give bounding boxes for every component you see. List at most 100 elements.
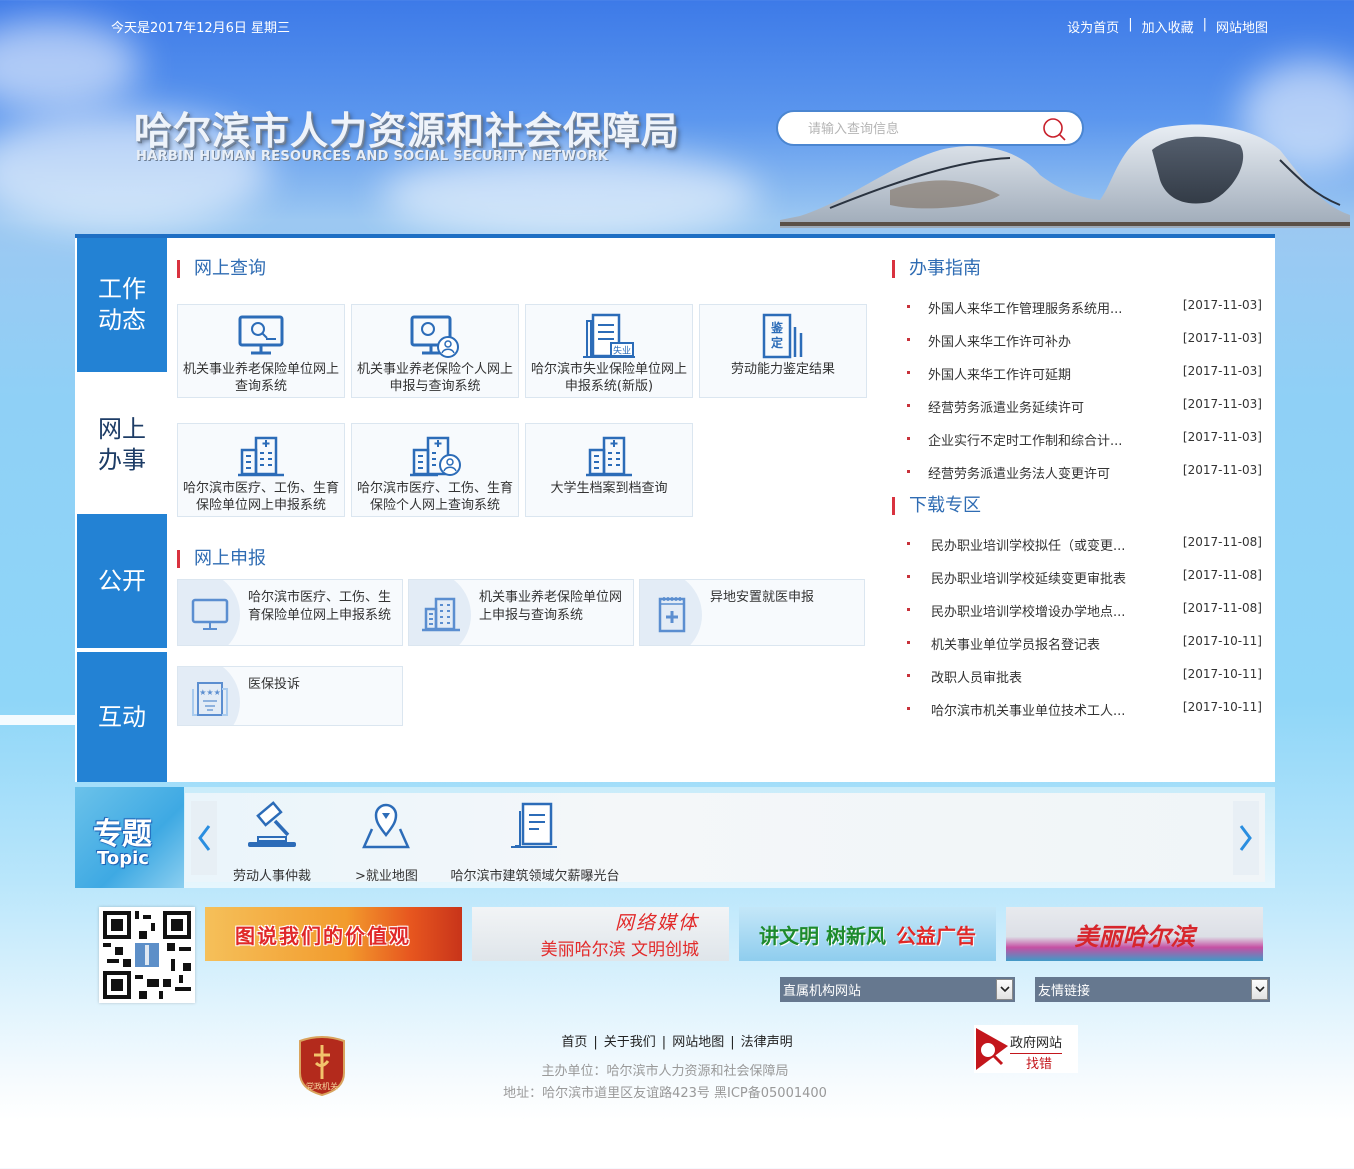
query-card[interactable]: 机关事业养老保险个人网上申报与查询系统 [351, 304, 519, 398]
item-date: [2017-11-08] [1182, 568, 1262, 582]
hospital-building-icon [238, 436, 284, 477]
footer-link-about[interactable]: 关于我们 [604, 1035, 656, 1050]
download-item[interactable]: 改职人员审批表 [2017-10-11] [907, 667, 1262, 700]
svg-text:鉴: 鉴 [770, 320, 784, 335]
gavel-icon [248, 801, 296, 847]
set-homepage-link[interactable]: 设为首页 [1067, 17, 1119, 36]
banner-network-media[interactable]: 网络媒体 美丽哈尔滨 文明创城 [472, 907, 729, 961]
bullet [907, 707, 910, 710]
declare-card[interactable]: 哈尔滨市医疗、工伤、生育保险单位网上申报系统 [177, 579, 403, 646]
search-icon[interactable] [1042, 117, 1068, 143]
banner-text: 网络媒体 [614, 912, 699, 934]
downloads-list: 民办职业培训学校拟任（或变更... [2017-11-08] 民办职业培训学校延续… [907, 535, 1262, 733]
divider: | [730, 1035, 735, 1050]
sidenav-item-online-services[interactable]: 网上 办事 [77, 376, 167, 514]
error-report-line1: 政府网站 [1010, 1032, 1063, 1054]
query-card[interactable]: 鉴 定 劳动能力鉴定结果 [699, 304, 867, 398]
guide-item[interactable]: 外国人来华工作许可延期 [2017-11-03] [907, 364, 1262, 397]
icon-label: 失业 [613, 345, 631, 357]
item-title: 经营劳务派遣业务延续许可 [928, 401, 1085, 416]
sidenav-item-work-news[interactable]: 工作 动态 [77, 238, 167, 372]
download-item[interactable]: 民办职业培训学校拟任（或变更... [2017-11-08] [907, 535, 1262, 568]
footer-link-sitemap[interactable]: 网站地图 [672, 1035, 724, 1050]
item-title: 民办职业培训学校延续变更审批表 [931, 572, 1127, 587]
footer-link-home[interactable]: 首页 [561, 1035, 587, 1050]
guide-item[interactable]: 外国人来华工作管理服务系统用... [2017-11-03] [907, 298, 1262, 331]
guide-item[interactable]: 企业实行不定时工作制和综合计... [2017-11-03] [907, 430, 1262, 463]
download-item[interactable]: 民办职业培训学校延续变更审批表 [2017-11-08] [907, 568, 1262, 601]
topic-item[interactable]: 哈尔滨市建筑领域欠薪曝光台 [450, 801, 620, 884]
divider: | [661, 1035, 667, 1050]
divider: | [593, 1035, 598, 1050]
query-card[interactable]: 失业 哈尔滨市失业保险单位网上申报系统(新版) [525, 304, 693, 398]
topic-item[interactable]: >就业地图 [355, 801, 418, 884]
online-declare-title: 网上申报 [177, 550, 266, 568]
carousel-prev-button[interactable] [191, 801, 217, 875]
card-label: 医保投诉 [248, 677, 301, 692]
guide-title: 办事指南 [892, 260, 981, 278]
friendly-links-select[interactable]: 友情链接 [1035, 977, 1270, 1002]
topic-badge: 专题 Topic [75, 787, 184, 888]
banner-beautiful-harbin[interactable]: 美丽哈尔滨 [1006, 907, 1263, 961]
sidenav-label: 网上 办事 [98, 415, 146, 474]
bullet [907, 305, 910, 308]
banner-values[interactable]: 图说我们的价值观 [205, 907, 462, 961]
declare-card[interactable]: 异地安置就医申报 [639, 579, 865, 646]
topic-label: 哈尔滨市建筑领域欠薪曝光台 [450, 869, 620, 884]
sidenav-item-interaction[interactable]: 互动 [77, 652, 167, 782]
guide-item[interactable]: 经营劳务派遣业务延续许可 [2017-11-03] [907, 397, 1262, 430]
select-value: 友情链接 [1038, 984, 1091, 999]
select-value: 直属机构网站 [783, 984, 862, 999]
banner-text: 美丽哈尔滨 文明创城 [540, 940, 699, 960]
banner-text: 公益广告 [895, 923, 976, 948]
affiliated-sites-select[interactable]: 直属机构网站 [780, 977, 1015, 1002]
query-card[interactable]: 哈尔滨市医疗、工伤、生育保险单位网上申报系统 [177, 423, 345, 517]
divider: | [1202, 17, 1207, 32]
sitemap-link[interactable]: 网站地图 [1216, 17, 1268, 36]
download-item[interactable]: 民办职业培训学校增设办学地点... [2017-11-08] [907, 601, 1262, 634]
footer-address: 地址：哈尔滨市道里区友谊路423号 黑ICP备05001400 [503, 1086, 827, 1101]
chevron-right-icon [1239, 825, 1252, 851]
item-date: [2017-11-03] [1182, 397, 1262, 411]
qr-code-image [103, 911, 191, 999]
declare-card[interactable]: 机关事业养老保险单位网上申报与查询系统 [408, 579, 634, 646]
query-card[interactable]: 机关事业养老保险单位网上查询系统 [177, 304, 345, 398]
banner-public-ad[interactable]: 讲文明 树新风 公益广告 [739, 907, 996, 961]
guide-item[interactable]: 外国人来华工作许可补办 [2017-11-03] [907, 331, 1262, 364]
query-card[interactable]: 大学生档案到档查询 [525, 423, 693, 517]
cloud-decoration [0, 715, 80, 725]
document-unemployment-icon: 失业 [583, 313, 635, 358]
item-date: [2017-11-03] [1182, 463, 1262, 477]
declare-card[interactable]: ★★★ 医保投诉 [177, 666, 403, 726]
topic-carousel: 专题 Topic 劳动人事仲裁 >就业地图 哈尔滨市建筑领域欠薪曝光台 [75, 787, 1275, 888]
gov-site-error-report[interactable]: 政府网站 找错 [974, 1025, 1078, 1073]
bullet [907, 608, 910, 611]
download-item[interactable]: 机关事业单位学员报名登记表 [2017-10-11] [907, 634, 1262, 667]
footer-link-legal[interactable]: 法律声明 [741, 1035, 793, 1050]
card-label: 大学生档案到档查询 [550, 481, 668, 496]
topic-label: 劳动人事仲裁 [233, 869, 312, 884]
current-date: 今天是2017年12月6日 星期三 [111, 21, 291, 36]
monitor-user-icon [410, 315, 459, 358]
bullet [907, 437, 910, 440]
main-panel: 工作 动态 网上 办事 公开 互动 网上查询 机关事业养老保险单位网上查询系统 … [75, 234, 1275, 782]
card-label: 哈尔滨市医疗、工伤、生育保险单位网上申报系统 [182, 481, 339, 513]
query-card[interactable]: 哈尔滨市医疗、工伤、生育保险个人网上查询系统 [351, 423, 519, 517]
divider: | [1128, 17, 1133, 32]
guide-item[interactable]: 经营劳务派遣业务法人变更许可 [2017-11-03] [907, 463, 1262, 496]
search-box [776, 110, 1084, 146]
carousel-next-button[interactable] [1233, 801, 1259, 875]
chevron-left-icon [198, 825, 211, 851]
monitor-search-icon [238, 315, 284, 355]
sidenav-item-public[interactable]: 公开 [77, 514, 167, 648]
chevron-down-icon [996, 979, 1013, 1000]
topic-badge-cn: 专题 [93, 817, 152, 852]
map-pin-icon [362, 803, 411, 849]
item-title: 民办职业培训学校拟任（或变更... [931, 539, 1126, 554]
chevron-down-icon [1251, 979, 1268, 1000]
topic-item[interactable]: 劳动人事仲裁 [233, 801, 311, 884]
item-title: 经营劳务派遣业务法人变更许可 [928, 467, 1111, 482]
download-item[interactable]: 哈尔滨市机关事业单位技术工人... [2017-10-11] [907, 700, 1262, 733]
add-favorite-link[interactable]: 加入收藏 [1142, 17, 1194, 36]
search-input[interactable] [808, 119, 1028, 139]
